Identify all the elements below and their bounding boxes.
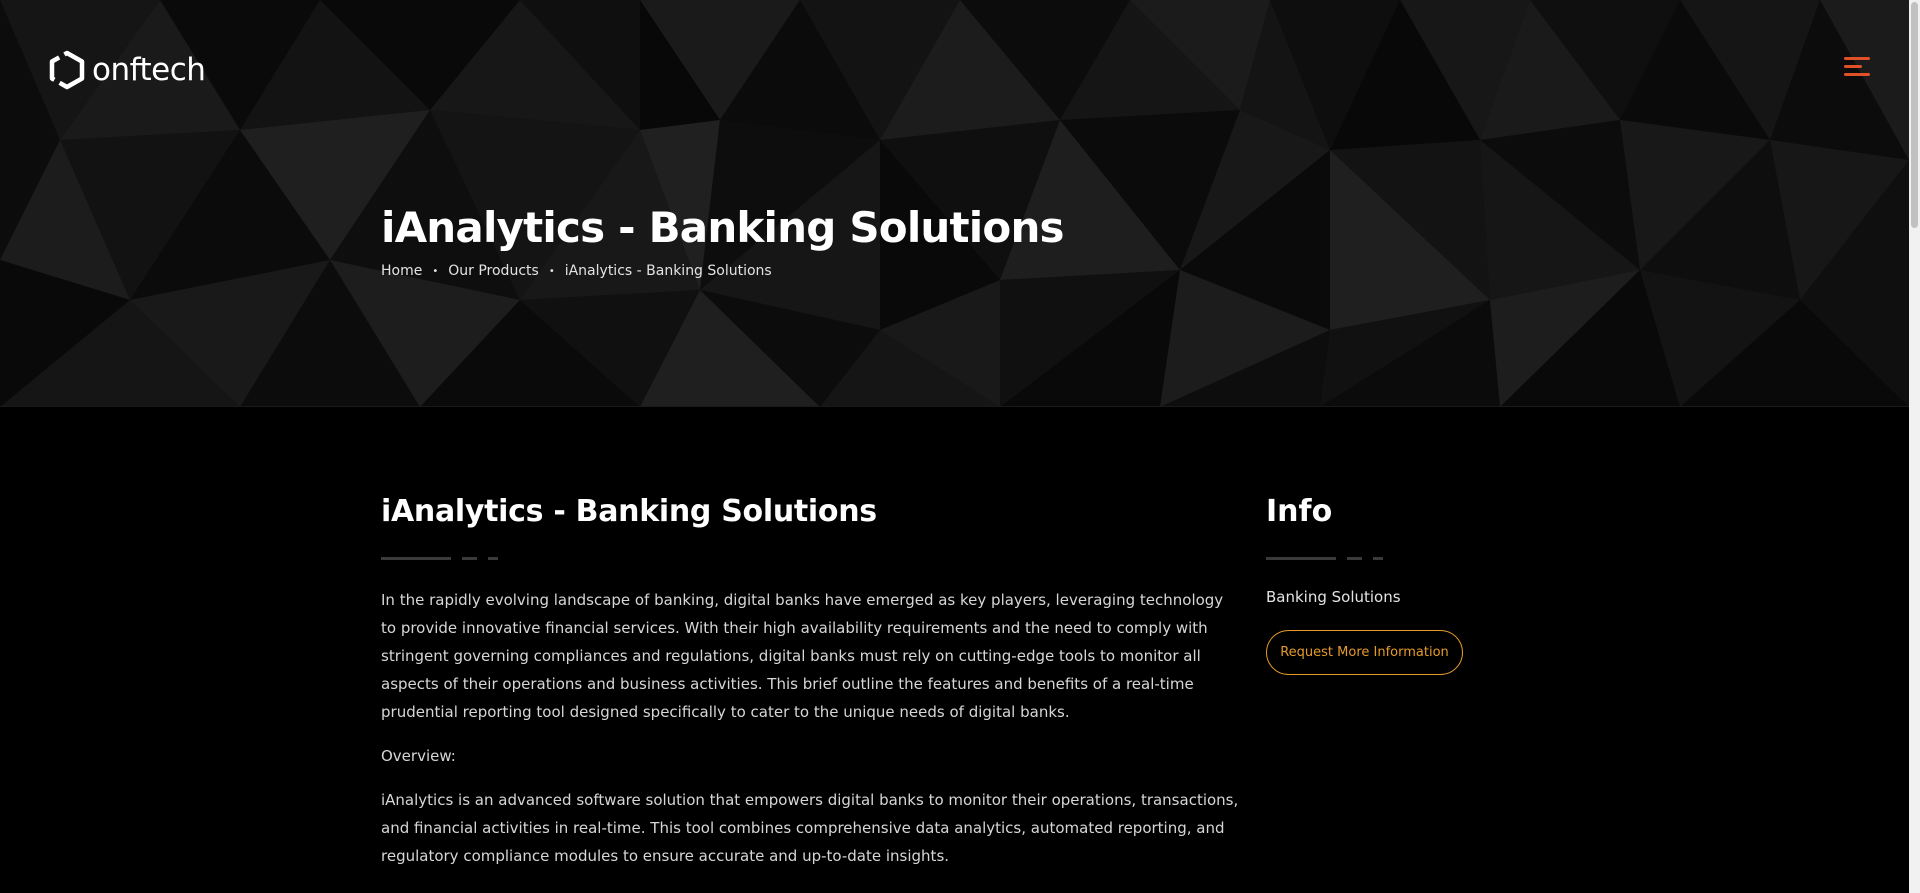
breadcrumb-home-link[interactable]: Home — [381, 263, 422, 279]
page-hero: onftech iAnalytics - Banking Solutions H… — [0, 0, 1909, 407]
sidebar-category: Banking Solutions — [1266, 588, 1401, 606]
hamburger-menu-icon[interactable] — [1844, 55, 1872, 79]
overview-paragraph: iAnalytics is an advanced software solut… — [381, 791, 1239, 865]
breadcrumb: Home • Our Products • iAnalytics - Banki… — [381, 263, 772, 279]
overview-heading: Overview: — [381, 747, 456, 765]
page-title: iAnalytics - Banking Solutions — [381, 203, 1065, 252]
brand-logo[interactable]: onftech — [48, 50, 206, 90]
intro-paragraph: In the rapidly evolving landscape of ban… — [381, 591, 1224, 721]
page-scrollbar[interactable] — [1909, 0, 1920, 893]
title-divider — [381, 557, 498, 560]
breadcrumb-current: iAnalytics - Banking Solutions — [564, 263, 772, 279]
breadcrumb-separator: • — [432, 265, 439, 277]
sidebar-divider — [1266, 557, 1383, 560]
scrollbar-thumb[interactable] — [1911, 2, 1918, 228]
content-title: iAnalytics - Banking Solutions — [381, 494, 877, 529]
sidebar-title: Info — [1266, 494, 1333, 529]
breadcrumb-separator: • — [548, 265, 555, 277]
logo-hexagon-icon — [49, 50, 85, 90]
request-info-button[interactable]: Request More Information — [1266, 630, 1463, 675]
breadcrumb-products-link[interactable]: Our Products — [448, 263, 539, 279]
brand-name: onftech — [92, 52, 206, 88]
